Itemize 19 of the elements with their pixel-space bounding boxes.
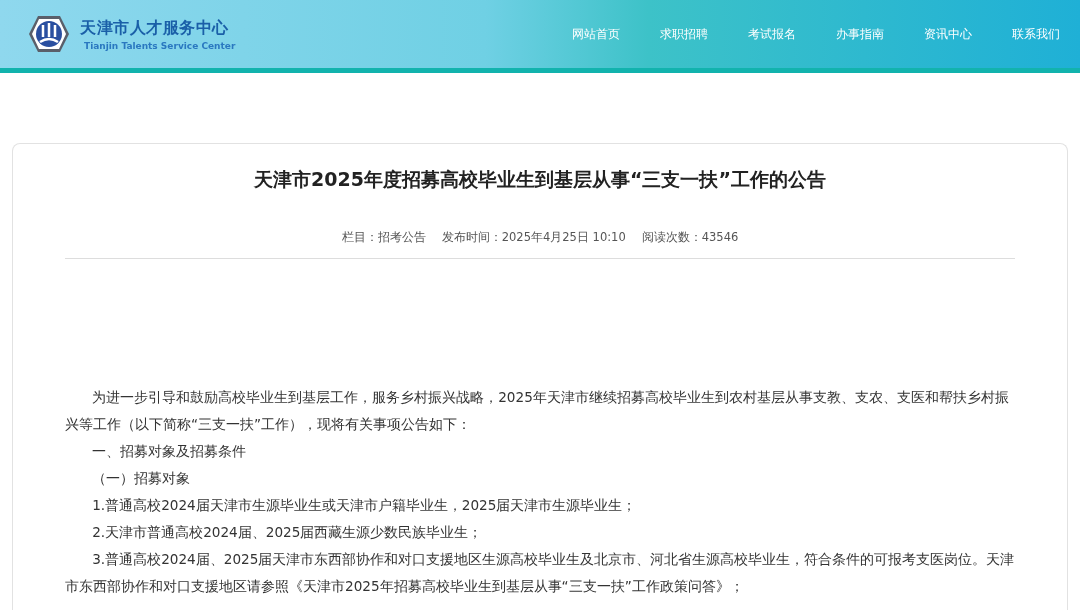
meta-text: 发布时间：2025年4月25日 10:10 bbox=[441, 230, 626, 245]
article-title: 天津市2025年度招募高校毕业生到基层从事“三支一扶”工作的公告 bbox=[253, 167, 827, 192]
site-name: 天津市人才服务中心 bbox=[80, 17, 230, 39]
nav-link[interactable]: 网站首页 bbox=[552, 25, 640, 43]
paragraph: 一、招募对象及招募条件 bbox=[91, 442, 248, 461]
meta-text: 阅读次数：43546 bbox=[641, 230, 739, 245]
paragraph: 3.普通高校2024届、2025届天津市东西部协作和对口支援地区生源高校毕业生及北京市、河北省生源高校毕业生，符合条件的可报考支医岗位。天津市东西部协作和对口支援地区请参照《天津市2025年招募高校毕业生到基层从事“三支一扶”工作政策问答》； bbox=[65, 550, 1015, 596]
paragraph: 2.天津市普通高校2024届、2025届西藏生源少数民族毕业生； bbox=[91, 523, 484, 542]
paragraph: （一）招募对象 bbox=[91, 469, 192, 488]
paragraph: 为进一步引导和鼓励高校毕业生到基层工作，服务乡村振兴战略，2025年天津市继续招募高校毕业生到农村基层从事支教、支农、支医和帮扶乡村振兴等工作（以下简称“三支一扶”工作），现将有关事项公告如下： bbox=[65, 388, 1010, 434]
site-name-english: Tianjin Talents Service Center bbox=[83, 40, 236, 51]
logo-icon bbox=[28, 15, 70, 53]
nav-link[interactable]: 资讯中心 bbox=[904, 25, 992, 43]
meta-text: 栏目：招考公告 bbox=[341, 230, 426, 245]
paragraph: 1.普通高校2024届天津市生源毕业生或天津市户籍毕业生，2025届天津市生源毕业生； bbox=[91, 496, 638, 515]
nav-link[interactable]: 办事指南 bbox=[816, 25, 904, 43]
nav-link[interactable]: 考试报名 bbox=[728, 25, 816, 43]
nav-link[interactable]: 求职招聘 bbox=[640, 25, 728, 43]
nav-link[interactable]: 联系我们 bbox=[992, 25, 1080, 43]
